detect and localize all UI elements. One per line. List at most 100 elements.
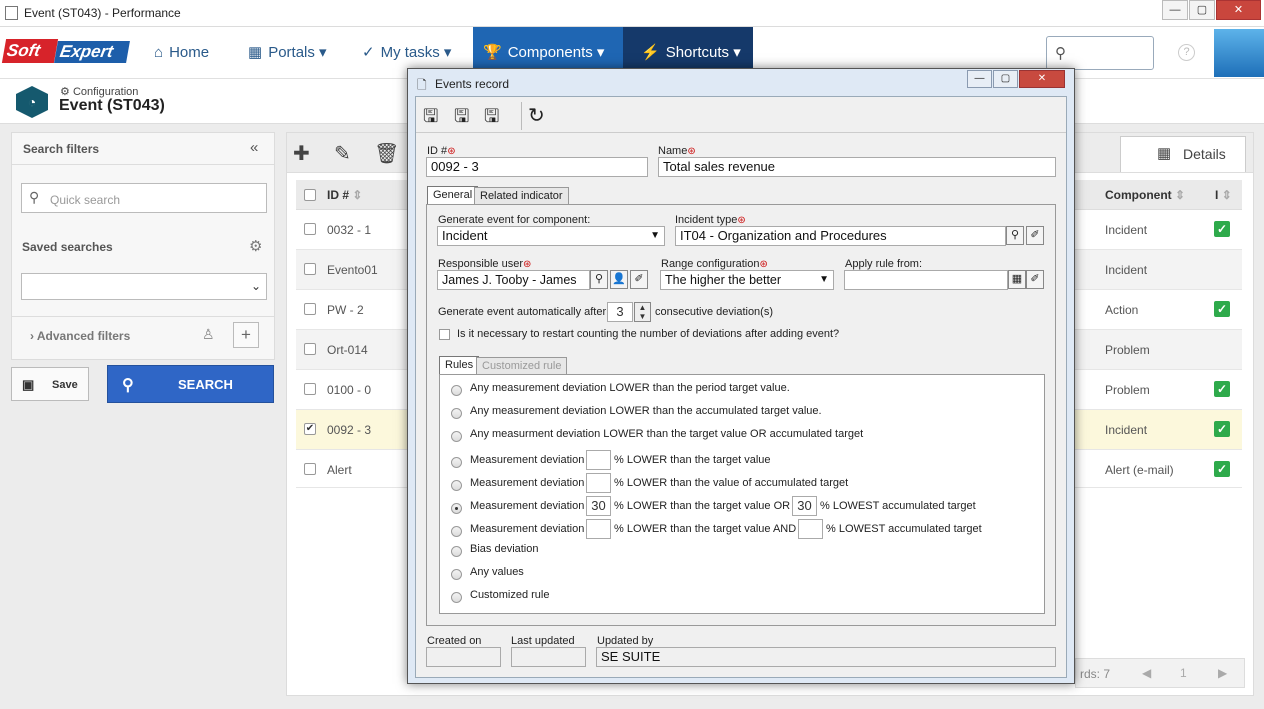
minimize-icon[interactable]: — (1162, 0, 1188, 20)
cell-component: Incident (1105, 423, 1148, 437)
range-select[interactable]: The higher the better ▼ (660, 270, 834, 290)
help-icon[interactable]: ? (1178, 44, 1195, 61)
rule4-percent-input[interactable] (586, 450, 611, 470)
zoom-icon[interactable]: ⚲ (1006, 226, 1024, 245)
next-page-icon[interactable]: ▶ (1218, 666, 1227, 680)
rule-radio-2[interactable] (451, 408, 462, 419)
restart-count-label: Is it necessary to restart counting the … (457, 328, 840, 340)
rule-radio-7[interactable] (451, 526, 462, 537)
cell-id: Alert (327, 463, 352, 477)
rule-radio-6[interactable] (451, 503, 462, 514)
rule7-target-percent-input[interactable] (586, 519, 611, 539)
cell-component: Incident (1105, 263, 1148, 277)
rule5-percent-input[interactable] (586, 473, 611, 493)
add-filter-button[interactable]: + (233, 322, 259, 348)
select-all-checkbox[interactable] (304, 189, 316, 201)
rule-radio-9[interactable] (451, 569, 462, 580)
id-input[interactable]: 0092 - 3 (426, 157, 648, 177)
maximize-icon[interactable]: ▢ (1189, 0, 1215, 20)
resp-user-input[interactable]: James J. Tooby - James (437, 270, 590, 290)
row-checkbox[interactable]: ✔ (304, 423, 316, 435)
rule-radio-4[interactable] (451, 457, 462, 468)
dialog-title: Events record (435, 77, 510, 91)
dialog-maximize-icon[interactable]: ▢ (993, 70, 1018, 88)
collapse-icon[interactable]: « (250, 139, 258, 156)
eraser-icon[interactable]: ✐ (1026, 270, 1044, 289)
row-checkbox[interactable] (304, 303, 316, 315)
cell-id: PW - 2 (327, 303, 364, 317)
row-checkbox[interactable] (304, 383, 316, 395)
nav-home[interactable]: ⌂ Home (144, 27, 219, 79)
restart-count-checkbox[interactable] (439, 329, 450, 340)
rule-radio-1[interactable] (451, 385, 462, 396)
document-icon: 🗋 (417, 78, 427, 92)
tab-general[interactable]: General (427, 186, 479, 204)
dialog-close-icon[interactable]: ✕ (1019, 70, 1065, 88)
calendar-icon[interactable]: ▦ (1008, 270, 1026, 289)
col-id-header[interactable]: ID # ⇕ (327, 188, 362, 202)
row-checkbox[interactable] (304, 263, 316, 275)
gen-component-select[interactable]: Incident ▼ (437, 226, 665, 246)
save-search-button[interactable]: ▣ Save (11, 367, 89, 401)
global-search-input[interactable]: ⚲ (1046, 36, 1154, 70)
tab-details[interactable]: ▦ Details (1120, 136, 1246, 172)
eraser-icon[interactable]: ✐ (1026, 226, 1044, 245)
broom-icon[interactable]: ♙ (202, 326, 215, 343)
deviations-count-input[interactable]: 3 (607, 302, 633, 322)
gear-icon[interactable]: ⚙ (249, 237, 262, 255)
edit-icon[interactable]: ✎ (334, 141, 351, 166)
updated-by-label: Updated by (597, 635, 654, 647)
avatar[interactable] (1214, 29, 1264, 77)
rule-label-6c: % LOWEST accumulated target (820, 500, 976, 512)
rule-radio-10[interactable] (451, 592, 462, 603)
saved-searches-select[interactable]: ⌄ (21, 273, 267, 300)
rule-radio-8[interactable] (451, 546, 462, 557)
updated-by-field: SE SUITE (596, 647, 1056, 667)
consecutive-label: consecutive deviation(s) (655, 306, 774, 318)
auto-after-label: Generate event automatically after (438, 306, 607, 318)
name-input[interactable]: Total sales revenue (658, 157, 1056, 177)
softexpert-logo: Soft Expert (1, 39, 130, 65)
rule7-accum-percent-input[interactable] (798, 519, 823, 539)
cell-id: 0100 - 0 (327, 383, 372, 397)
page-number: 1 (1180, 666, 1187, 680)
row-checkbox[interactable] (304, 223, 316, 235)
created-on-label: Created on (427, 635, 482, 647)
eraser-icon[interactable]: ✐ (630, 270, 648, 289)
close-icon[interactable]: ✕ (1216, 0, 1261, 20)
save-new-icon[interactable]: 🖫 (423, 104, 438, 134)
tab-related-indicator[interactable]: Related indicator (474, 187, 569, 205)
row-checkbox[interactable] (304, 343, 316, 355)
zoom-icon[interactable]: ⚲ (590, 270, 608, 289)
advanced-filters-toggle[interactable]: › Advanced filters (30, 329, 130, 343)
search-button[interactable]: ⚲ SEARCH (107, 365, 274, 403)
rule6-accum-percent-input[interactable]: 30 (792, 496, 817, 516)
tab-customized-rule[interactable]: Customized rule (476, 357, 568, 375)
quick-search-input[interactable]: ⚲ Quick search (21, 183, 267, 213)
refresh-icon[interactable]: ↻ (528, 103, 545, 128)
col-i-header[interactable]: I ⇕ (1215, 188, 1232, 202)
apply-rule-input[interactable] (844, 270, 1008, 290)
nav-portals[interactable]: ▦ Portals ▾ (238, 27, 337, 79)
incident-type-input[interactable]: IT04 - Organization and Procedures (675, 226, 1006, 246)
dialog-minimize-icon[interactable]: — (967, 70, 992, 88)
tab-rules[interactable]: Rules (439, 356, 480, 374)
rule-radio-3[interactable] (451, 431, 462, 442)
search-icon: ⚲ (1055, 45, 1066, 62)
rule-radio-5[interactable] (451, 480, 462, 491)
add-icon[interactable]: ✚ (293, 141, 310, 166)
apply-rule-label: Apply rule from: (845, 258, 923, 270)
id-label: ID #⊛ (427, 145, 456, 157)
col-component-header[interactable]: Component ⇕ (1105, 188, 1185, 202)
save-close-icon[interactable]: 🖫 (484, 104, 499, 134)
user-icon[interactable]: 👤 (610, 270, 628, 289)
row-checkbox[interactable] (304, 463, 316, 475)
rule-label-9: Any values (470, 566, 524, 578)
rule-label-6b: % LOWER than the target value OR (614, 500, 791, 512)
save-icon[interactable]: 🖫 (454, 104, 469, 134)
trash-icon[interactable]: 🗑 (374, 141, 399, 166)
spinner-icon[interactable]: ▲ ▼ (634, 302, 651, 322)
cell-component: Problem (1105, 343, 1150, 357)
rule6-target-percent-input[interactable]: 30 (586, 496, 611, 516)
prev-page-icon[interactable]: ◀ (1142, 666, 1151, 680)
